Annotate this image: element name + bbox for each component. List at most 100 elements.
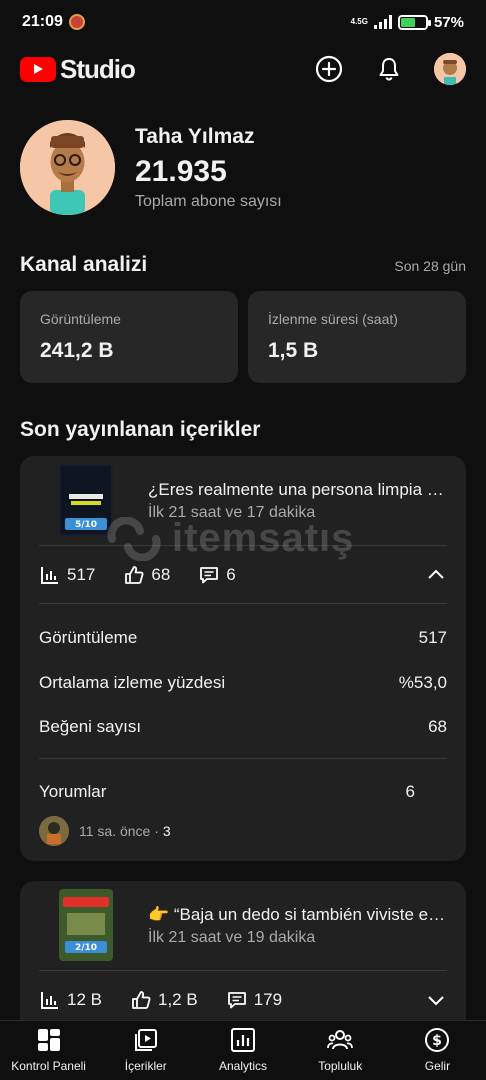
content-icon — [134, 1029, 157, 1051]
bell-icon — [379, 58, 399, 81]
detail-avg-label: Ortalama izleme yüzdesi — [39, 673, 226, 692]
detail-avg-value: %53,0 — [398, 673, 447, 692]
divider — [39, 758, 447, 759]
thumbs-up-icon — [125, 566, 144, 584]
logo-text: Studio — [60, 53, 136, 84]
chevron-down-icon[interactable] — [425, 989, 447, 1011]
thumbnail-score: 5/10 — [75, 520, 97, 530]
status-bar: 21:09 4.5G 57% — [0, 0, 486, 44]
comment-icon — [227, 992, 246, 1009]
subscriber-label: Toplam abone sayısı — [135, 192, 282, 210]
detail-views-label: Görüntüleme — [39, 628, 138, 647]
signal-icon — [373, 15, 392, 29]
detail-views-value: 517 — [418, 628, 447, 647]
comments-metric: 6 — [198, 564, 236, 586]
divider — [39, 970, 447, 971]
channel-name: Taha Yılmaz — [135, 124, 255, 148]
svg-text:$: $ — [433, 1033, 443, 1049]
views-count: 517 — [67, 565, 96, 584]
subscriber-count: 21.935 — [135, 154, 227, 188]
comment-icon — [200, 567, 219, 584]
network-type: 4.5G — [350, 17, 368, 26]
likes-count: 1,2 B — [157, 990, 198, 1009]
dashboard-icon — [37, 1029, 60, 1051]
watch-time-stat-label: İzlenme süresi (saat) — [268, 311, 398, 327]
bar-chart-icon — [41, 567, 58, 584]
views-stat-label: Görüntüleme — [40, 311, 121, 327]
video-metrics: 517 68 6 — [39, 564, 447, 586]
comments-metric: 179 — [226, 989, 282, 1011]
detail-likes-value: 68 — [428, 717, 447, 736]
video-card[interactable]: 2/10 👉 “Baja un dedo si también viviste … — [20, 881, 466, 1031]
account-avatar[interactable] — [434, 53, 466, 85]
analytics-header: Kanal analizi Son 28 gün — [20, 253, 466, 277]
watch-time-stat-value: 1,5 B — [268, 339, 319, 362]
detail-views-row: Görüntüleme 517 — [39, 628, 447, 648]
views-metric: 12 B — [39, 989, 102, 1011]
likes-metric: 68 — [123, 564, 170, 586]
views-stat-card[interactable]: Görüntüleme 241,2 B — [20, 291, 238, 383]
likes-metric: 1,2 B — [130, 989, 198, 1011]
nav-content-label: İçerikler — [124, 1059, 167, 1073]
bottom-navigation: Kontrol Paneli İçerikler Analytics Toplu… — [0, 1020, 486, 1080]
dollar-circle-icon: $ — [425, 1028, 450, 1052]
plus-circle-icon — [315, 55, 343, 83]
likes-count: 68 — [151, 565, 171, 584]
detail-comments-value: 6 — [405, 782, 415, 801]
latest-comment-row[interactable]: 11 sa. önce · 3 — [39, 816, 171, 846]
nav-community-label: Topluluk — [318, 1059, 363, 1073]
nav-earn-label: Gelir — [424, 1059, 451, 1073]
community-icon — [327, 1030, 354, 1050]
video-title[interactable]: 👉 “Baja un dedo si también viviste esto” — [148, 905, 448, 925]
status-right: 4.5G 57% — [351, 14, 464, 31]
analytics-icon — [231, 1028, 255, 1052]
channel-avatar[interactable] — [20, 120, 115, 215]
bar-chart-icon — [41, 992, 58, 1009]
recent-content-title: Son yayınlanan içerikler — [20, 418, 261, 441]
nav-dashboard[interactable]: Kontrol Paneli — [0, 1021, 97, 1080]
app-header: Studio — [0, 44, 486, 94]
create-button[interactable] — [314, 54, 344, 84]
views-count: 12 B — [67, 990, 102, 1009]
nav-community[interactable]: Topluluk — [292, 1021, 389, 1080]
detail-likes-row: Beğeni sayısı 68 — [39, 717, 447, 737]
detail-avg-row: Ortalama izleme yüzdesi %53,0 — [39, 673, 447, 693]
watermark-text: itemsatış — [172, 516, 355, 560]
watermark-logo: itemsatış — [102, 516, 354, 561]
notifications-button[interactable] — [374, 54, 404, 84]
comments-count: 6 — [226, 565, 236, 584]
nav-earn[interactable]: $ Gelir — [389, 1021, 486, 1080]
nav-dashboard-label: Kontrol Paneli — [11, 1059, 86, 1073]
video-metrics: 12 B 1,2 B 179 — [39, 989, 447, 1011]
commenter-avatar — [39, 816, 69, 846]
youtube-studio-logo: Studio — [20, 53, 136, 85]
divider — [39, 603, 447, 604]
nav-analytics[interactable]: Analytics — [194, 1021, 291, 1080]
youtube-play-logo-icon — [20, 56, 56, 82]
detail-comments-row[interactable]: Yorumlar 6 — [39, 782, 447, 802]
views-stat-value: 241,2 B — [40, 339, 114, 362]
channel-summary: Taha Yılmaz 21.935 Toplam abone sayısı — [20, 120, 282, 215]
video-thumbnail[interactable]: 2/10 — [59, 889, 113, 961]
battery-percent: 57% — [433, 13, 464, 31]
latest-comment-count: 3 — [162, 823, 171, 839]
analytics-title: Kanal analizi — [20, 253, 148, 276]
nav-analytics-label: Analytics — [218, 1059, 268, 1073]
video-title[interactable]: ¿Eres realmente una persona limpia y ord… — [148, 480, 448, 500]
battery-icon — [397, 14, 431, 30]
video-age: İlk 21 saat ve 19 dakika — [148, 929, 316, 946]
analytics-period: Son 28 gün — [394, 258, 466, 274]
watch-time-stat-card[interactable]: İzlenme süresi (saat) 1,5 B — [248, 291, 466, 383]
chevron-up-icon[interactable] — [425, 564, 447, 586]
thumbs-up-icon — [132, 991, 151, 1009]
comments-count: 179 — [253, 990, 283, 1009]
views-metric: 517 — [39, 564, 95, 586]
detail-comments-label: Yorumlar — [39, 782, 107, 801]
recent-content-header: Son yayınlanan içerikler — [20, 418, 466, 442]
latest-comment-time: 11 sa. önce · — [79, 823, 159, 839]
status-time: 21:09 — [22, 13, 63, 30]
detail-likes-label: Beğeni sayısı — [39, 717, 142, 736]
thumbnail-score: 2/10 — [75, 943, 97, 953]
nav-content[interactable]: İçerikler — [97, 1021, 194, 1080]
app-notification-icon — [68, 14, 85, 30]
